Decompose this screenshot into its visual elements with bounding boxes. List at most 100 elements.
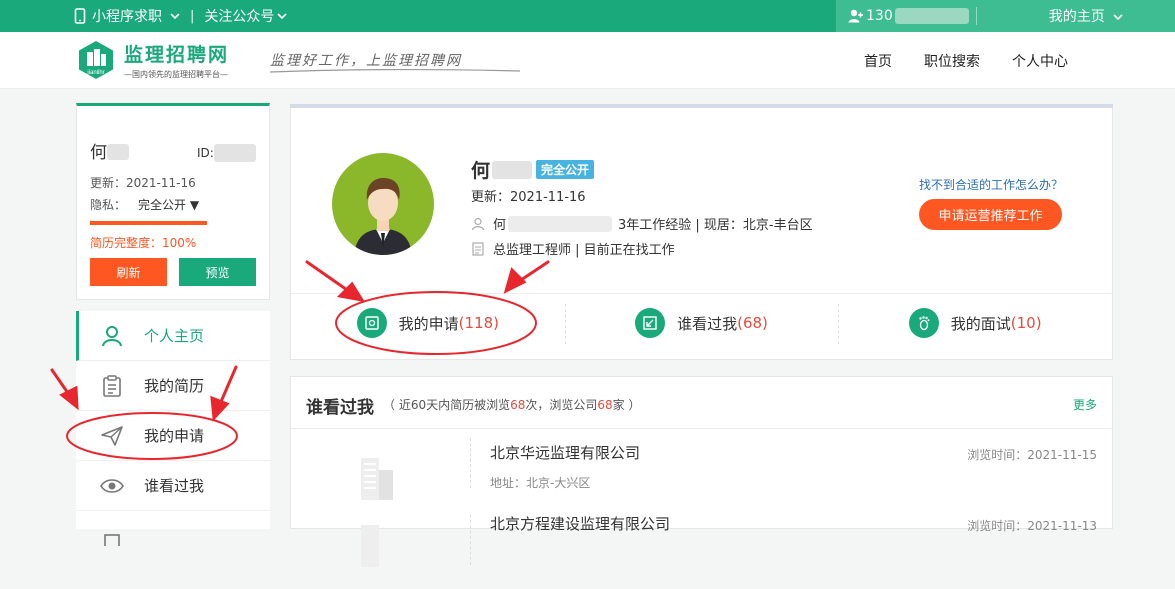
nav-home[interactable]: 首页 bbox=[864, 51, 892, 71]
stat-label: 我的面试 bbox=[950, 314, 1011, 333]
stat-label: 谁看过我 bbox=[677, 314, 738, 333]
divider bbox=[470, 438, 471, 488]
person-outline-icon bbox=[471, 217, 485, 230]
who-viewed-title: 谁看过我 bbox=[306, 398, 374, 418]
list-item[interactable]: 北京华远监理有限公司 地址：北京-大兴区 浏览时间：2021-11-15 bbox=[291, 430, 1112, 512]
more-link[interactable]: 更多 bbox=[1073, 396, 1097, 413]
application-icon bbox=[356, 308, 387, 338]
menu-label: 我的申请 bbox=[144, 427, 205, 445]
view-time: 浏览时间：2021-11-13 bbox=[967, 519, 1097, 533]
stat-count: (10) bbox=[1010, 314, 1042, 332]
site-header: jianlihr 监理招聘网 —国内领先的监理招聘平台— 监理好工作，上监理招聘… bbox=[0, 32, 1175, 89]
user-icon bbox=[100, 324, 124, 348]
user-name: 何 bbox=[90, 138, 129, 163]
summary-text: 次，浏览公司 bbox=[525, 398, 598, 412]
stat-my-applications[interactable]: 我的申请 (118) bbox=[291, 294, 565, 352]
view-count: 68 bbox=[510, 398, 526, 412]
preview-button[interactable]: 预览 bbox=[179, 258, 256, 286]
menu-item-next[interactable] bbox=[76, 511, 270, 561]
logo-abbr: jianlihr bbox=[86, 70, 104, 76]
chevron-down-icon bbox=[277, 13, 287, 20]
list-item[interactable]: 北京方程建设监理有限公司 浏览时间：2021-11-13 bbox=[291, 507, 1112, 589]
profile-name: 何 完全公开 bbox=[471, 156, 595, 183]
menu-label: 个人主页 bbox=[144, 327, 205, 345]
public-status-badge: 完全公开 bbox=[536, 160, 595, 179]
completeness-text: 简历完整度：100% bbox=[90, 236, 197, 250]
footprint-icon bbox=[908, 308, 939, 338]
chevron-down-icon bbox=[170, 13, 180, 20]
summary-text: （ 近60天内简历被浏览 bbox=[383, 398, 511, 412]
completeness-bar bbox=[90, 221, 207, 225]
help-link[interactable]: 找不到合适的工作怎么办？ bbox=[919, 176, 1063, 193]
mini-program-label: 小程序求职 bbox=[92, 9, 162, 25]
follow-account-menu[interactable]: 关注公众号 bbox=[204, 6, 287, 26]
masked-id bbox=[213, 144, 256, 162]
menu-label: 我的简历 bbox=[144, 377, 205, 395]
user-icon bbox=[848, 9, 863, 23]
top-bar: 小程序求职 | 关注公众号 130 我的主页 bbox=[0, 0, 1175, 32]
who-viewed-panel: 谁看过我 （ 近60天内简历被浏览68次，浏览公司68家 ） 更多 北京华远监理… bbox=[290, 376, 1113, 567]
document-icon bbox=[100, 524, 124, 548]
profile-name-text: 何 bbox=[471, 160, 491, 182]
who-viewed-summary: （ 近60天内简历被浏览68次，浏览公司68家 ） bbox=[383, 396, 641, 413]
annotation-arrow-head bbox=[59, 385, 79, 411]
stat-who-viewed-me[interactable]: 谁看过我 (68) bbox=[564, 294, 839, 352]
user-id: ID: bbox=[197, 144, 256, 162]
summary-text: 家 ） bbox=[612, 398, 641, 412]
user-account[interactable]: 130 bbox=[836, 8, 976, 24]
stat-my-interviews[interactable]: 我的面试 (10) bbox=[838, 294, 1112, 352]
company-name[interactable]: 北京方程建设监理有限公司 bbox=[490, 513, 670, 534]
resume-summary-card: 何 ID: 更新：2021-11-16 隐私： 完全公开 ▼ 简历完整度：100%… bbox=[76, 103, 270, 300]
follow-account-label: 关注公众号 bbox=[204, 9, 275, 25]
privacy-select[interactable]: 完全公开 ▼ bbox=[138, 198, 199, 212]
profile-name-short: 何 bbox=[493, 218, 507, 233]
profile-experience-location: 3年工作经验 | 现居：北京-丰台区 bbox=[618, 218, 813, 233]
company-address: 地址：北京-大兴区 bbox=[490, 476, 591, 490]
user-id-label: ID: bbox=[197, 146, 214, 160]
apply-recommend-button[interactable]: 申请运营推荐工作 bbox=[919, 199, 1062, 230]
masked-info bbox=[508, 215, 613, 232]
menu-item-my-resume[interactable]: 我的简历 bbox=[76, 361, 270, 411]
masked-name bbox=[107, 144, 129, 160]
slogan-underline bbox=[269, 69, 521, 73]
nav-personal-center[interactable]: 个人中心 bbox=[1012, 51, 1068, 71]
masked-phone bbox=[894, 8, 969, 24]
my-home-menu[interactable]: 我的主页 bbox=[977, 6, 1175, 26]
masked-name bbox=[492, 160, 533, 179]
privacy-setting: 隐私： 完全公开 ▼ bbox=[90, 196, 199, 213]
paper-plane-icon bbox=[100, 424, 124, 448]
side-menu: 个人主页 我的简历 我的申请 谁看过我 bbox=[76, 311, 270, 546]
building-icon bbox=[361, 458, 393, 500]
profile-basic-info: 何 3年工作经验 | 现居：北京-丰台区 bbox=[471, 214, 813, 233]
profile-updated: 更新：2021-11-16 bbox=[471, 190, 586, 205]
eye-icon bbox=[100, 474, 124, 498]
refresh-button[interactable]: 刷新 bbox=[90, 258, 167, 286]
menu-item-personal-home[interactable]: 个人主页 bbox=[76, 311, 270, 361]
site-logo[interactable]: jianlihr 监理招聘网 —国内领先的监理招聘平台— bbox=[76, 40, 229, 80]
menu-item-my-applications[interactable]: 我的申请 bbox=[76, 411, 270, 461]
phone-icon bbox=[74, 8, 86, 24]
logo-hexagon-icon: jianlihr bbox=[76, 40, 116, 80]
main-nav: 首页 职位搜索 个人中心 bbox=[848, 32, 1084, 89]
top-bar-left: 小程序求职 | 关注公众号 bbox=[74, 0, 287, 32]
document-icon bbox=[472, 241, 484, 256]
user-name-text: 何 bbox=[90, 143, 107, 163]
menu-item-who-viewed-me[interactable]: 谁看过我 bbox=[76, 461, 270, 511]
mini-program-menu[interactable]: 小程序求职 bbox=[74, 6, 180, 26]
stats-bar: 我的申请 (118) 谁看过我 (68) 我的面试 (10) bbox=[291, 293, 1112, 352]
logo-subtitle: —国内领先的监理招聘平台— bbox=[124, 70, 228, 79]
logo-title: 监理招聘网 bbox=[124, 44, 230, 66]
resume-updated: 更新：2021-11-16 bbox=[90, 176, 196, 190]
annotation-arrow bbox=[50, 368, 72, 398]
nav-job-search[interactable]: 职位搜索 bbox=[924, 51, 980, 71]
profile-job-title: 总监理工程师 | 目前正在找工作 bbox=[493, 243, 675, 258]
company-name[interactable]: 北京华远监理有限公司 bbox=[490, 442, 640, 463]
divider: | bbox=[190, 8, 195, 24]
menu-label: 谁看过我 bbox=[144, 477, 205, 495]
profile-job-status: 总监理工程师 | 目前正在找工作 bbox=[471, 239, 675, 258]
user-phone: 130 bbox=[866, 8, 893, 24]
stat-count: (118) bbox=[458, 314, 500, 332]
stat-label: 我的申请 bbox=[398, 314, 459, 333]
privacy-label: 隐私： bbox=[90, 198, 127, 212]
stat-count: (68) bbox=[737, 314, 768, 332]
